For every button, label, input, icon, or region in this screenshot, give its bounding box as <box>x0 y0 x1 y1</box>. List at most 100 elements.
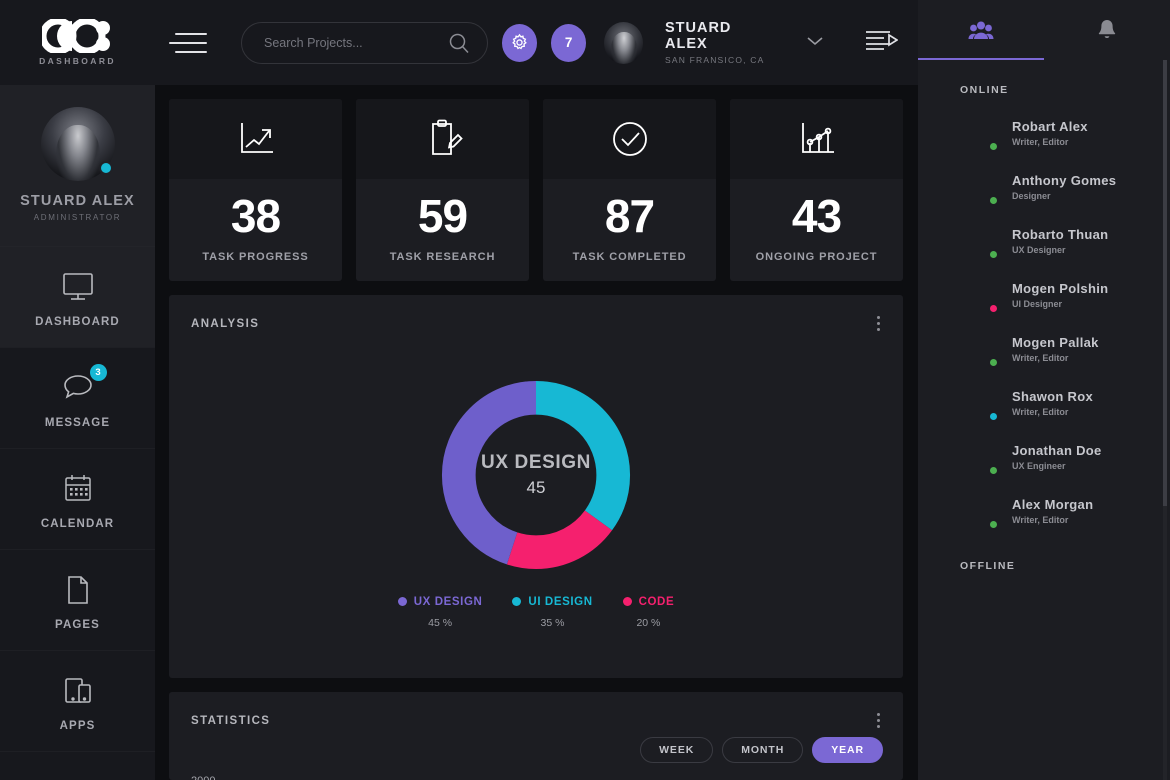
stat-label: TASK COMPLETED <box>543 251 716 263</box>
contact-name: Alex Morgan <box>1012 497 1093 512</box>
right-panel-scrollbar[interactable] <box>1163 60 1167 780</box>
settings-button[interactable] <box>502 24 537 62</box>
stat-card-body: 43 ONGOING PROJECT <box>730 179 903 281</box>
sidebar-item-pages[interactable]: PAGES <box>0 550 155 651</box>
header-user[interactable]: STUARD ALEX SAN FRANSICO, CA <box>665 20 770 65</box>
contact-list-item[interactable]: Mogen Polshin UI Designer <box>918 268 1170 322</box>
contact-list-item[interactable]: Alex Morgan Writer, Editor <box>918 484 1170 538</box>
stat-card-body: 38 TASK PROGRESS <box>169 179 342 281</box>
contact-list-item[interactable]: Jonathan Doe UX Engineer <box>918 430 1170 484</box>
contact-name: Robarto Thuan <box>1012 227 1108 242</box>
stat-card-task-progress[interactable]: 38 TASK PROGRESS <box>169 99 342 281</box>
dashboard-root: DASHBOARD STUARD ALEX ADMINISTRATOR DASH… <box>0 0 1170 780</box>
sidebar-item-label: APPS <box>60 720 96 732</box>
calendar-icon <box>60 469 96 509</box>
contact-list-item[interactable]: Robart Alex Writer, Editor <box>918 106 1170 160</box>
contact-role: UI Designer <box>1012 299 1108 309</box>
stat-card-body: 59 TASK RESEARCH <box>356 179 529 281</box>
contacts-list[interactable]: ONLINE Robart Alex Writer, Editor Anthon <box>918 60 1170 780</box>
page-icon <box>60 570 96 610</box>
statistics-menu-icon[interactable] <box>874 710 883 731</box>
stat-card-task-research[interactable]: 59 TASK RESEARCH <box>356 99 529 281</box>
notification-count: 7 <box>565 35 573 50</box>
check-circle-icon <box>543 99 716 179</box>
tab-notifications[interactable] <box>1044 0 1170 60</box>
line-chart-up-icon <box>169 99 342 179</box>
menu-toggle-icon[interactable] <box>169 33 207 53</box>
stat-label: TASK PROGRESS <box>169 251 342 263</box>
status-dot <box>988 249 999 260</box>
stat-cards-row: 38 TASK PROGRESS 59 TASK RESEA <box>169 99 903 281</box>
contact-role: UX Designer <box>1012 245 1108 255</box>
contact-list-item[interactable] <box>918 582 1170 636</box>
stat-value: 59 <box>356 193 529 239</box>
contact-name: Mogen Pallak <box>1012 335 1099 350</box>
stat-value: 87 <box>543 193 716 239</box>
stat-card-task-completed[interactable]: 87 TASK COMPLETED <box>543 99 716 281</box>
panel-title: ANALYSIS <box>191 318 259 330</box>
avatar <box>960 590 998 628</box>
avatar <box>960 492 998 530</box>
status-dot <box>988 519 999 530</box>
search-icon[interactable] <box>447 31 471 55</box>
contact-name: Shawon Rox <box>1012 389 1093 404</box>
donut-graphic: UX DESIGN 45 <box>437 376 635 574</box>
one-logo-icon <box>42 19 114 53</box>
legend-item-code[interactable]: CODE 20 % <box>623 596 675 629</box>
status-dot <box>988 465 999 476</box>
brand-logo[interactable]: DASHBOARD <box>0 0 155 85</box>
sidebar-item-message[interactable]: 3 MESSAGE <box>0 348 155 449</box>
chevron-down-icon[interactable] <box>806 34 824 52</box>
avatar <box>960 438 998 476</box>
analysis-menu-icon[interactable] <box>874 313 883 334</box>
list-play-icon[interactable] <box>864 28 898 57</box>
avatar <box>960 384 998 422</box>
legend-item-ui-design[interactable]: UI DESIGN 35 % <box>512 596 592 629</box>
contact-list-item[interactable]: Robarto Thuan UX Designer <box>918 214 1170 268</box>
message-badge: 3 <box>90 364 107 381</box>
devices-icon <box>60 671 96 711</box>
avatar <box>960 330 998 368</box>
contact-list-item[interactable]: Anthony Gomes Designer <box>918 160 1170 214</box>
sidebar-item-calendar[interactable]: CALENDAR <box>0 449 155 550</box>
contact-role: UX Engineer <box>1012 461 1102 471</box>
statistics-chart: 2000 <box>191 771 883 780</box>
contact-text: Mogen Polshin UI Designer <box>1012 281 1108 309</box>
contact-list-item[interactable]: Shawon Rox Writer, Editor <box>918 376 1170 430</box>
people-icon <box>968 20 994 40</box>
stat-label: ONGOING PROJECT <box>730 251 903 263</box>
tab-contacts[interactable] <box>918 0 1044 60</box>
stat-card-body: 87 TASK COMPLETED <box>543 179 716 281</box>
online-section-header: ONLINE <box>918 84 1170 106</box>
sidebar-profile[interactable]: STUARD ALEX ADMINISTRATOR <box>0 85 155 247</box>
range-selector: WEEK MONTH YEAR <box>169 731 903 763</box>
range-button-year[interactable]: YEAR <box>812 737 883 763</box>
range-button-month[interactable]: MONTH <box>722 737 803 763</box>
legend-item-ux-design[interactable]: UX DESIGN 45 % <box>398 596 483 629</box>
offline-section-header: OFFLINE <box>918 538 1170 582</box>
profile-role: ADMINISTRATOR <box>34 213 122 222</box>
search-input[interactable] <box>264 36 447 50</box>
header-user-name: STUARD ALEX <box>665 20 770 52</box>
contact-name: Robart Alex <box>1012 119 1088 134</box>
contact-list-item[interactable]: Mogen Pallak Writer, Editor <box>918 322 1170 376</box>
donut-svg <box>437 376 635 574</box>
sidebar-item-apps[interactable]: APPS <box>0 651 155 752</box>
sidebar-item-label: PAGES <box>55 619 100 631</box>
right-panel-tabs <box>918 0 1170 60</box>
status-dot <box>988 303 999 314</box>
status-dot <box>988 195 999 206</box>
range-button-week[interactable]: WEEK <box>640 737 713 763</box>
contact-text: Alex Morgan Writer, Editor <box>1012 497 1093 525</box>
notifications-button[interactable]: 7 <box>551 24 586 62</box>
stat-label: TASK RESEARCH <box>356 251 529 263</box>
status-dot <box>988 141 999 152</box>
stat-card-ongoing-project[interactable]: 43 ONGOING PROJECT <box>730 99 903 281</box>
header-avatar[interactable] <box>604 22 643 64</box>
avatar <box>960 168 998 206</box>
search-box[interactable] <box>241 22 488 64</box>
legend-dot <box>512 597 521 606</box>
contact-text: Jonathan Doe UX Engineer <box>1012 443 1102 471</box>
contact-text: Robart Alex Writer, Editor <box>1012 119 1088 147</box>
sidebar-item-dashboard[interactable]: DASHBOARD <box>0 247 155 348</box>
